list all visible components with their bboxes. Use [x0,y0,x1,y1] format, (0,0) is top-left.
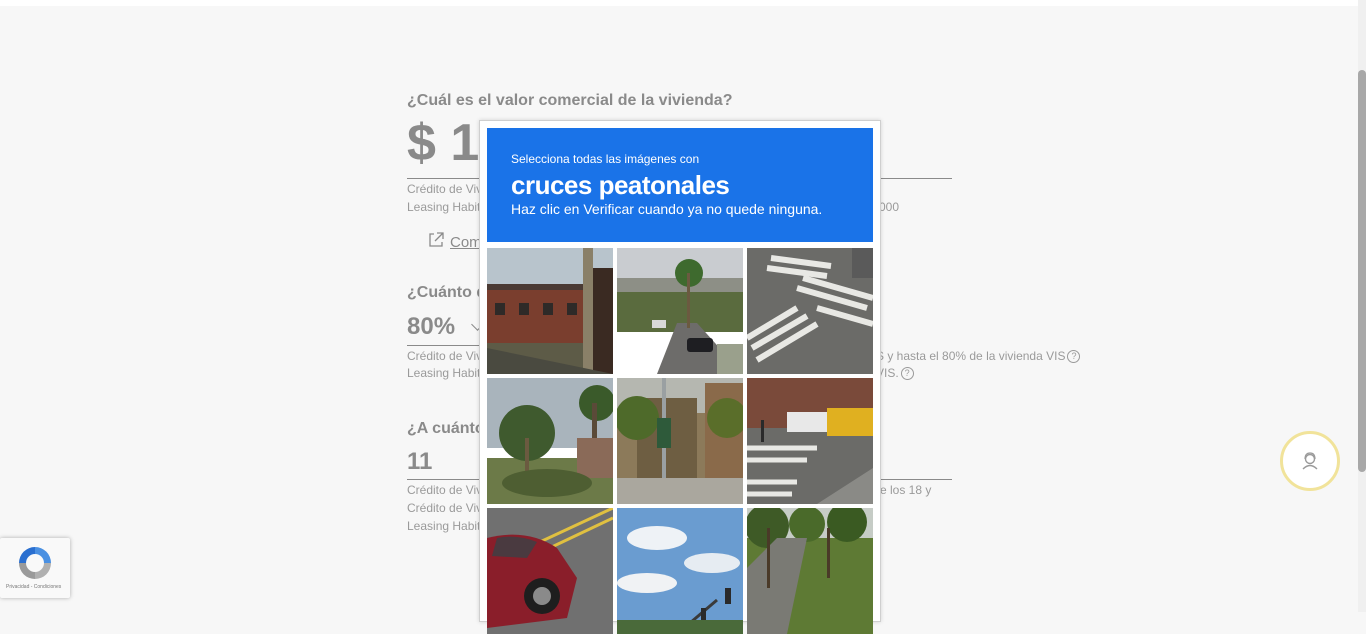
captcha-tile-sky-traffic-light[interactable] [617,508,743,634]
support-chat-button[interactable] [1280,431,1340,491]
recaptcha-badge[interactable]: Privacidad - Condiciones [0,538,70,598]
page-top-band [0,0,1358,6]
challenge-hint: Haz clic en Verificar cuando ya no quede… [511,201,823,217]
captcha-tile-crosswalk-intersection[interactable] [747,248,873,374]
recaptcha-logo-icon [16,544,54,587]
captcha-tile-palm-garden[interactable] [487,378,613,504]
support-agent-icon [1300,451,1320,476]
question-property-value: ¿Cuál es el valor comercial de la vivien… [407,92,733,109]
note-leasing-3: Leasing Habit [407,519,481,533]
question-financing-percent: ¿Cuánto d [407,284,487,301]
captcha-tile-city-building[interactable] [617,378,743,504]
challenge-instruction: Selecciona todas las imágenes con [511,152,700,166]
captcha-tile-brick-houses[interactable] [487,248,613,374]
property-value-input[interactable]: $ 1 [407,113,479,173]
recaptcha-privacy-terms[interactable]: Privacidad - Condiciones [6,584,61,590]
captcha-tile-palm-street[interactable] [617,248,743,374]
challenge-target: cruces peatonales [511,170,730,200]
note-vis-tail: VIS.? [876,366,914,381]
challenge-header: Selecciona todas las imágenes con cruces… [487,128,873,242]
note-credit-housing-3: Crédito de Viv [407,483,483,497]
financing-percent-select[interactable]: 80% [407,313,455,341]
note-vis-limit: S y hasta el 80% de la vivienda VIS? [876,349,1081,364]
note-age-tail: re los 18 y [876,483,932,497]
captcha-tile-red-car[interactable] [487,508,613,634]
note-leasing-tail: 000 [879,200,900,214]
compare-link[interactable]: Com [450,234,482,251]
recaptcha-challenge: Selecciona todas las imágenes con cruces… [479,120,881,634]
note-credit-housing: Crédito de Viv [407,182,483,196]
captcha-tile-crosswalk-school-bus[interactable] [747,378,873,504]
captcha-tile-tree-lined-road[interactable] [747,508,873,634]
note-credit-housing-2: Crédito de Viv [407,349,483,363]
scrollbar-thumb[interactable] [1358,70,1366,472]
term-input[interactable]: 11 [407,448,432,476]
note-credit-housing-4: Crédito de Viv [407,501,483,515]
note-leasing-2: Leasing Habit [407,366,481,380]
note-leasing: Leasing Habit [407,200,481,214]
help-icon[interactable]: ? [900,367,914,381]
question-term: ¿A cuánto [407,420,485,437]
help-icon[interactable]: ? [1067,350,1081,364]
external-link-icon [427,231,445,254]
